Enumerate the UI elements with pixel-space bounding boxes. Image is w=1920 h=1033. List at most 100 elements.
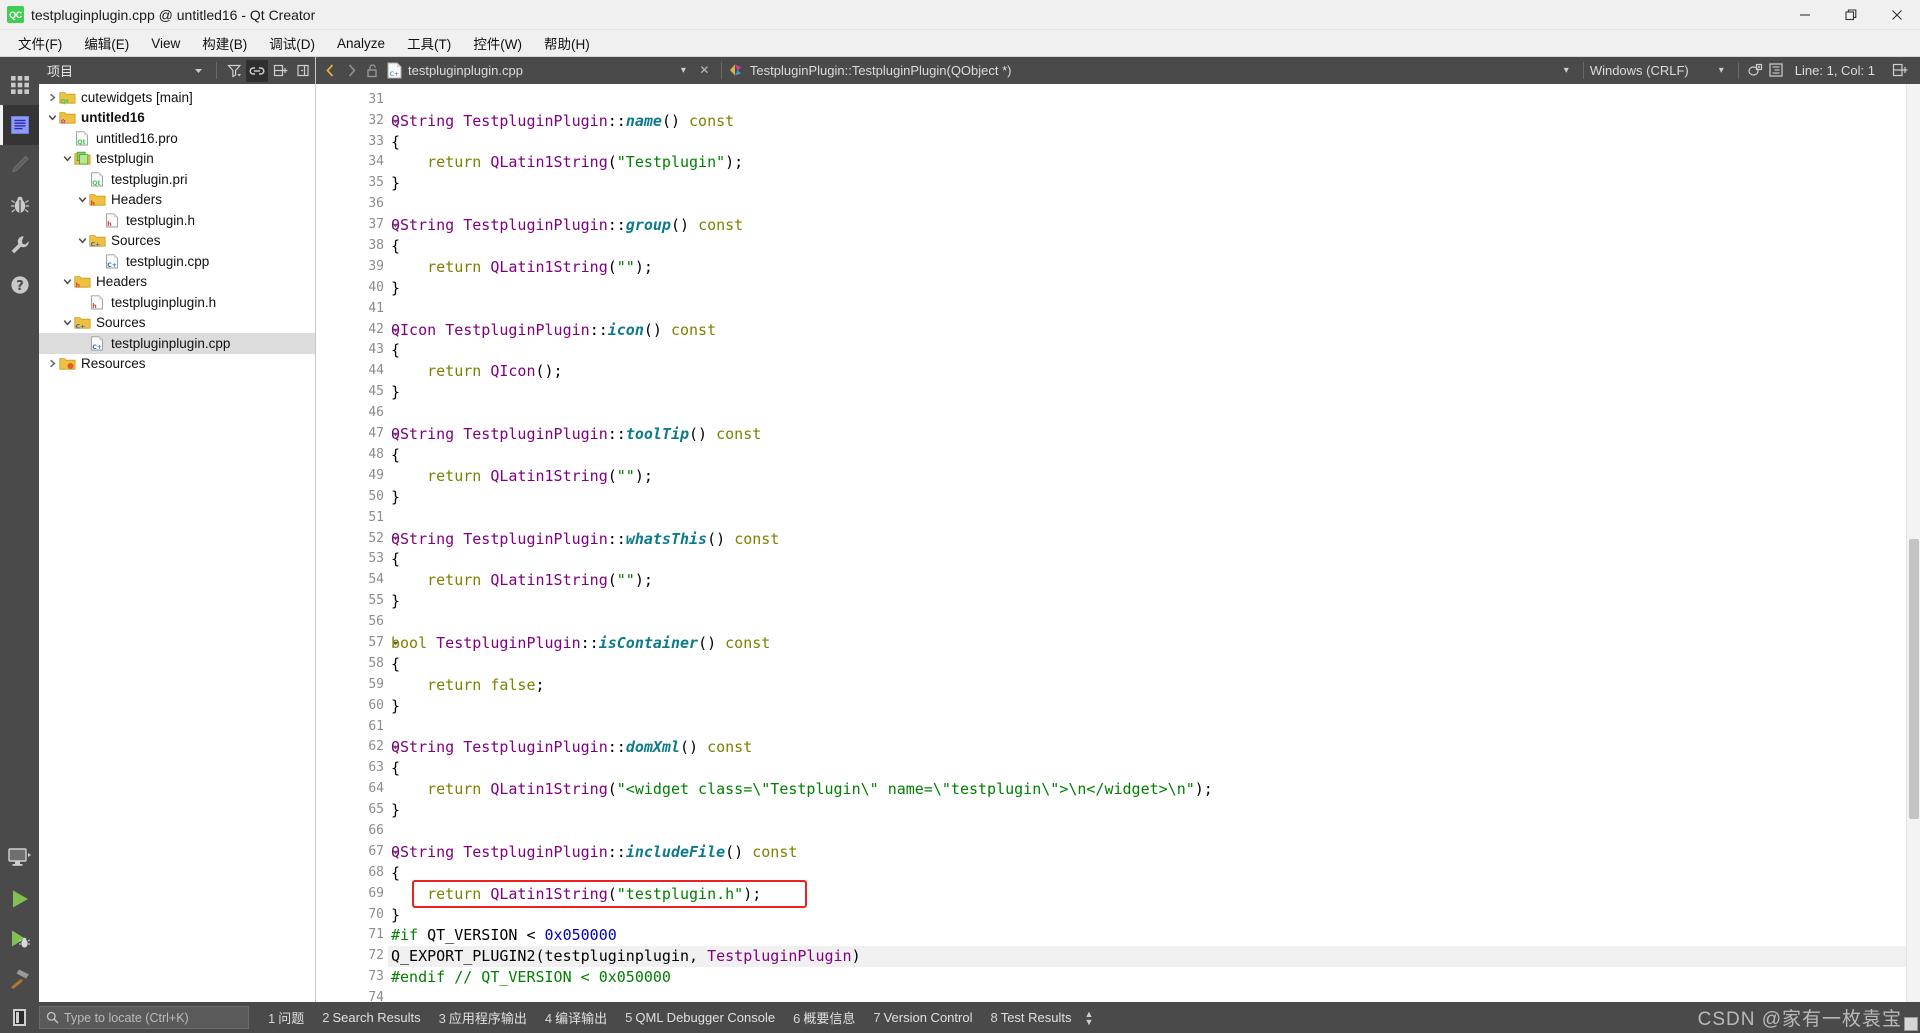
code-line[interactable]: #endif // QT_VERSION < 0x050000 (388, 967, 1906, 988)
encoding-icon[interactable] (1745, 60, 1766, 81)
scrollbar-thumb[interactable] (1909, 538, 1919, 819)
output-pane-button[interactable]: 6 概要信息 (784, 1008, 864, 1027)
chevron-down-icon[interactable] (60, 153, 74, 164)
code-line[interactable]: return QIcon(); (388, 361, 1906, 382)
welcome-grid-icon[interactable] (0, 65, 39, 105)
chevron-down-icon[interactable] (45, 112, 59, 123)
code-line[interactable]: } (388, 905, 1906, 926)
code-line[interactable]: return QLatin1String(""); (388, 257, 1906, 278)
tree-item[interactable]: h testplugin.h (39, 210, 315, 231)
code-line[interactable]: } (388, 800, 1906, 821)
tree-item[interactable]: Qt cutewidgets [main] (39, 87, 315, 108)
tree-item[interactable]: h Headers (39, 272, 315, 293)
code-line[interactable]: } (388, 382, 1906, 403)
tree-item[interactable]: Qt testplugin.pri (39, 169, 315, 190)
output-pane-button[interactable]: 5 QML Debugger Console (616, 1010, 784, 1025)
close-panel-icon[interactable] (292, 60, 314, 82)
maximize-restore-button[interactable] (1828, 0, 1874, 30)
filter-icon[interactable] (223, 60, 245, 82)
tree-item[interactable]: testplugin (39, 149, 315, 170)
editor-symbol-selector[interactable]: TestpluginPlugin::TestpluginPlugin(QObje… (728, 62, 1012, 78)
chevron-down-icon[interactable] (75, 194, 89, 205)
code-line[interactable]: { (388, 863, 1906, 884)
line-ending-dropdown-icon[interactable]: ▾ (1711, 60, 1732, 81)
tree-item[interactable]: C+ testpluginplugin.cpp (39, 333, 315, 354)
code-line[interactable]: { (388, 549, 1906, 570)
edit-document-icon[interactable] (0, 105, 39, 145)
code-line[interactable] (388, 988, 1906, 1002)
symbol-dropdown-icon[interactable]: ▾ (1556, 60, 1577, 81)
code-line[interactable]: QString TestpluginPlugin::name() const (388, 111, 1906, 132)
code-line[interactable]: { (388, 758, 1906, 779)
code-line[interactable]: } (388, 696, 1906, 717)
editor-file-tab[interactable]: C+ testpluginplugin.cpp (387, 62, 523, 79)
editor-vertical-scrollbar[interactable] (1906, 83, 1920, 1002)
menu-file[interactable]: 文件(F) (7, 29, 73, 57)
forward-arrow-icon[interactable] (341, 60, 362, 81)
code-line[interactable]: QString TestpluginPlugin::domXml() const (388, 737, 1906, 758)
chevron-right-icon[interactable] (45, 358, 59, 369)
menu-build[interactable]: 构建(B) (191, 29, 258, 57)
code-line[interactable]: { (388, 340, 1906, 361)
output-pane-button[interactable]: 4 编译输出 (536, 1008, 616, 1027)
menu-edit[interactable]: 编辑(E) (73, 29, 140, 57)
back-arrow-icon[interactable] (320, 60, 341, 81)
design-pencil-icon[interactable] (0, 145, 39, 185)
code-line[interactable]: { (388, 445, 1906, 466)
code-line[interactable]: QString TestpluginPlugin::includeFile() … (388, 842, 1906, 863)
code-line[interactable] (388, 821, 1906, 842)
tree-item[interactable]: C+ Sources (39, 313, 315, 334)
output-pane-button[interactable]: 8 Test Results (981, 1010, 1080, 1025)
unlock-icon[interactable] (362, 60, 383, 81)
output-pane-stepper-icon[interactable]: ▲ ▼ (1085, 1009, 1094, 1026)
code-line[interactable] (388, 612, 1906, 633)
code-line[interactable]: return QLatin1String("Testplugin"); (388, 152, 1906, 173)
kit-selector-monitor-icon[interactable] (0, 842, 39, 882)
code-line[interactable]: } (388, 173, 1906, 194)
code-line[interactable]: Q_EXPORT_PLUGIN2(testpluginplugin, Testp… (388, 946, 1906, 968)
tree-item[interactable]: Qt untitled16.pro (39, 128, 315, 149)
debug-bug-icon[interactable] (0, 185, 39, 225)
menu-window[interactable]: 控件(W) (462, 29, 533, 57)
menu-tools[interactable]: 工具(T) (396, 29, 462, 57)
code-line[interactable]: return QLatin1String(""); (388, 466, 1906, 487)
build-hammer-icon[interactable] (0, 962, 39, 1002)
run-play-icon[interactable] (0, 882, 39, 922)
projects-wrench-icon[interactable] (0, 225, 39, 265)
code-line[interactable]: } (388, 591, 1906, 612)
minimize-button[interactable] (1782, 0, 1828, 30)
code-line[interactable]: { (388, 236, 1906, 257)
sync-link-icon[interactable] (246, 59, 268, 82)
code-line[interactable] (388, 508, 1906, 529)
locator-search-input[interactable]: Type to locate (Ctrl+K) (39, 1006, 249, 1029)
code-line[interactable]: QString TestpluginPlugin::toolTip() cons… (388, 424, 1906, 445)
debug-play-icon[interactable] (0, 922, 39, 962)
help-question-icon[interactable]: ? (0, 265, 39, 305)
resize-grip[interactable] (1904, 1017, 1918, 1031)
code-line[interactable]: #if QT_VERSION < 0x050000 (388, 925, 1906, 946)
menu-view[interactable]: View (140, 32, 191, 55)
view-selector-chevron-icon[interactable] (187, 60, 209, 82)
line-ending-label[interactable]: Windows (CRLF) (1590, 63, 1689, 78)
output-pane-button[interactable]: 2 Search Results (313, 1010, 429, 1025)
code-line[interactable]: } (388, 278, 1906, 299)
split-editor-icon[interactable] (1889, 60, 1910, 81)
code-line[interactable]: return QLatin1String("testplugin.h"); (388, 884, 1906, 905)
code-line[interactable]: } (388, 487, 1906, 508)
split-icon[interactable] (269, 60, 291, 82)
code-line[interactable]: { (388, 654, 1906, 675)
project-tree[interactable]: Qt cutewidgets [main] ✿ untitled16 Qt untitle… (39, 84, 315, 1002)
code-line[interactable]: { (388, 132, 1906, 153)
tree-item[interactable]: C+ Sources (39, 231, 315, 252)
chevron-down-icon[interactable] (75, 235, 89, 246)
output-pane-button[interactable]: 1 问题 (259, 1008, 313, 1027)
code-editor[interactable]: 31 32 33 34 35 36 37 38 39 40 41 42 43 44 45 46 47 48 49 50… (316, 83, 1920, 1002)
code-line[interactable]: return QLatin1String(""); (388, 570, 1906, 591)
code-line[interactable]: bool TestpluginPlugin::isContainer() con… (388, 633, 1906, 654)
chevron-down-icon[interactable] (60, 317, 74, 328)
code-line[interactable]: return QLatin1String("<widget class=\"Te… (388, 779, 1906, 800)
tree-item[interactable]: h Headers (39, 190, 315, 211)
tree-item[interactable]: Resources (39, 354, 315, 375)
close-button[interactable] (1874, 0, 1920, 30)
chevron-down-icon[interactable] (60, 276, 74, 287)
